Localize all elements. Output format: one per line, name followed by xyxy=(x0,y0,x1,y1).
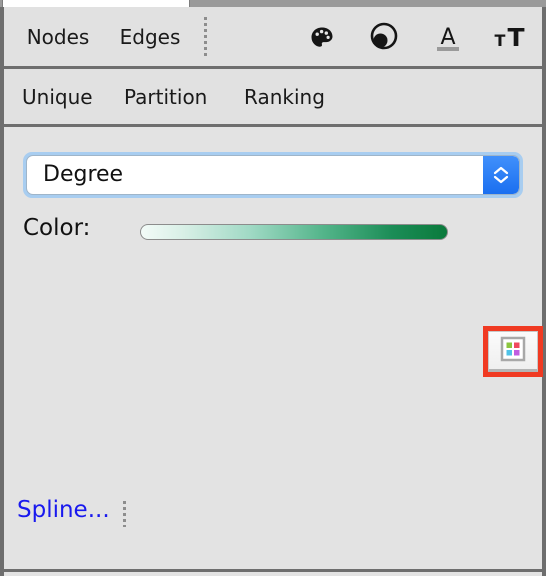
tab-ranking[interactable]: Ranking xyxy=(244,69,325,124)
chevron-up-icon xyxy=(493,166,509,175)
toolbar-tab-edges-label: Edges xyxy=(119,24,181,49)
text-color-icon: A xyxy=(431,21,465,58)
toolbar-tab-nodes-label: Nodes xyxy=(26,24,90,49)
tab-unique-label: Unique xyxy=(22,84,93,109)
palette-chooser-highlight xyxy=(483,326,543,377)
panel-frame: Nodes Edges A T T Unique Partition Ranki… xyxy=(0,7,546,576)
attribute-select-value: Degree xyxy=(43,162,124,187)
spline-button[interactable]: Spline... xyxy=(17,497,110,523)
spline-row: Spline... xyxy=(4,497,542,531)
node-size-icon-button[interactable] xyxy=(366,21,402,57)
text-size-icon-button[interactable]: T T xyxy=(492,21,528,57)
svg-text:A: A xyxy=(440,25,455,50)
mode-tabs: Unique Partition Ranking xyxy=(4,69,542,127)
toolbar-tab-nodes[interactable]: Nodes xyxy=(16,7,100,66)
toolbar-tab-edges[interactable]: Edges xyxy=(108,7,192,66)
spline-button-label: Spline... xyxy=(17,497,110,523)
palette-chooser-button[interactable] xyxy=(488,331,538,372)
tab-partition[interactable]: Partition xyxy=(124,69,207,124)
color-swatches-icon xyxy=(500,336,526,365)
tab-ranking-label: Ranking xyxy=(244,84,325,109)
tab-unique[interactable]: Unique xyxy=(22,69,93,124)
panel-body: Degree Color: Spline... xyxy=(4,127,543,569)
color-gradient-bar[interactable] xyxy=(140,224,448,240)
palette-icon-button[interactable] xyxy=(304,21,340,57)
text-size-icon: T T xyxy=(491,21,529,58)
appearance-panel: Nodes Edges A T T Unique Partition Ranki… xyxy=(0,0,546,576)
chevron-down-icon xyxy=(493,175,509,184)
color-label: Color: xyxy=(23,215,91,241)
toolbar: Nodes Edges A T T xyxy=(4,7,542,69)
tab-partition-label: Partition xyxy=(124,84,208,109)
svg-text:T: T xyxy=(507,23,524,52)
node-size-icon xyxy=(367,21,401,58)
toolbar-drag-handle[interactable] xyxy=(204,17,207,59)
window-tab-strip xyxy=(0,0,546,7)
attribute-select-stepper[interactable] xyxy=(483,156,519,194)
spline-drag-handle[interactable] xyxy=(123,501,126,527)
attribute-select-focus-ring: Degree xyxy=(23,152,523,198)
window-tab-active[interactable] xyxy=(2,0,190,7)
attribute-select[interactable]: Degree xyxy=(26,155,520,195)
text-color-icon-button[interactable]: A xyxy=(430,21,466,57)
svg-text:T: T xyxy=(495,31,506,50)
bottom-bar: Apply xyxy=(4,569,542,576)
palette-icon xyxy=(307,23,337,56)
